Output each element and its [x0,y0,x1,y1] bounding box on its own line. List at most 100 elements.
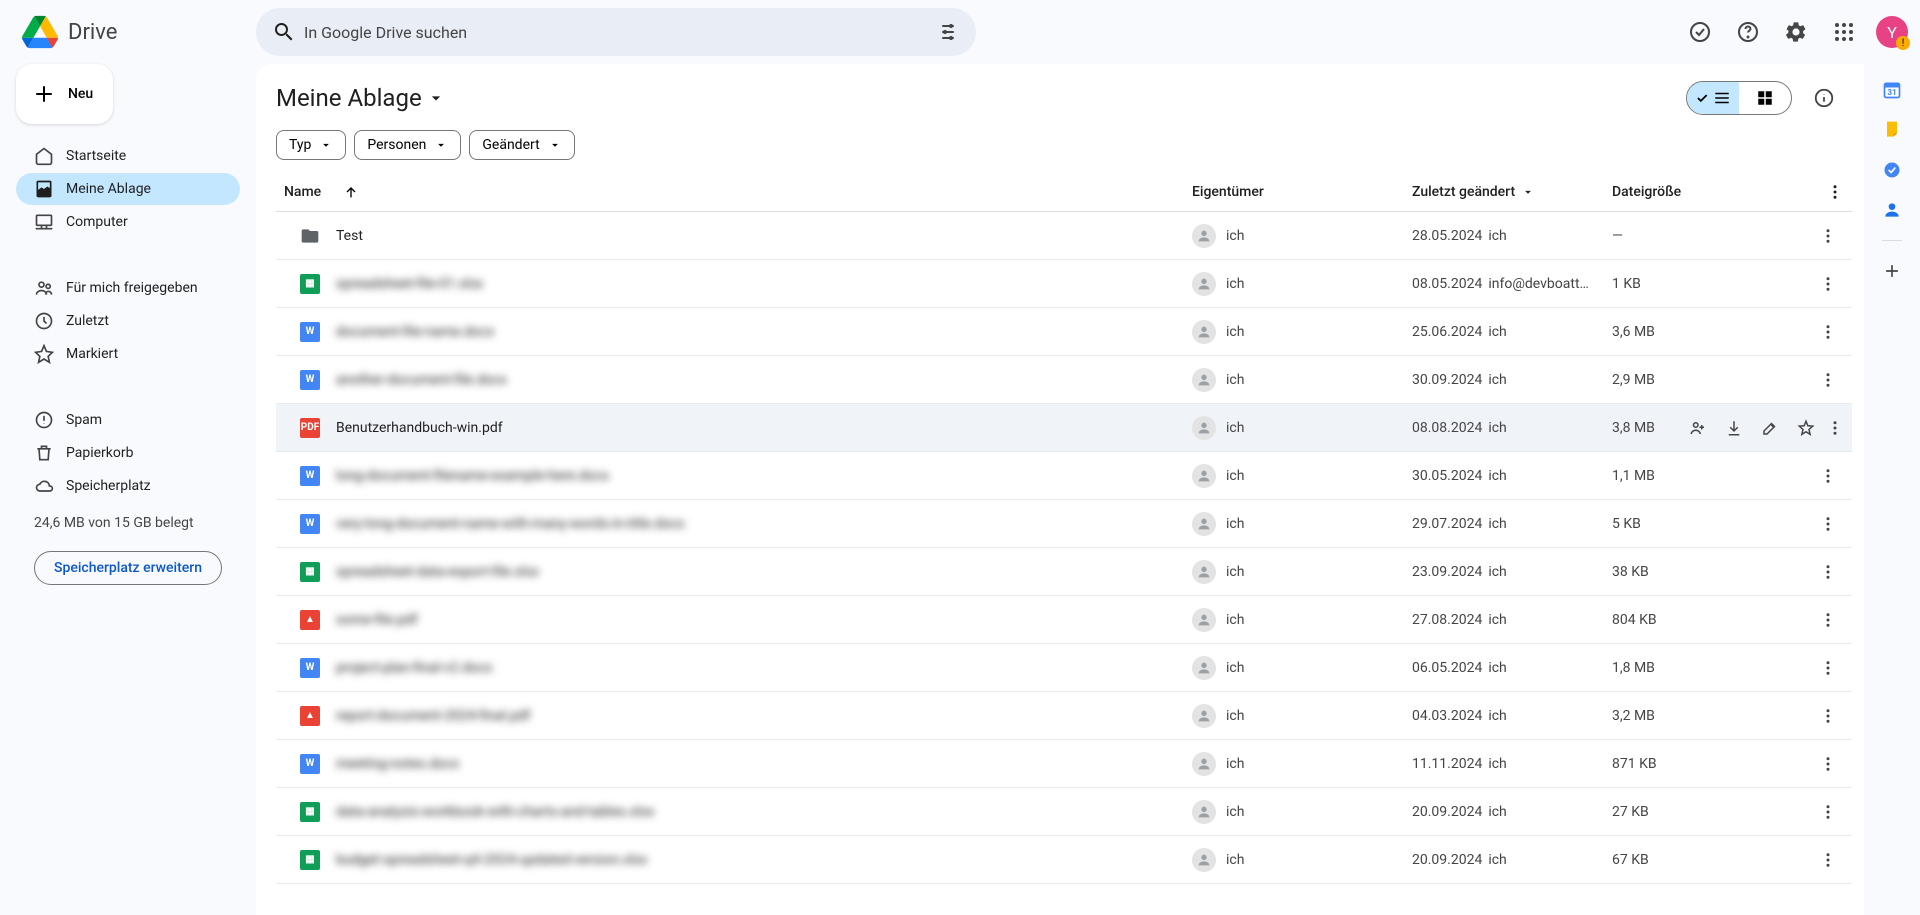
table-row[interactable]: Test ich 28.05.2024ich — [276,212,1852,260]
sidebar-item-trash[interactable]: Papierkorb [16,437,240,469]
tasks-app-icon[interactable] [1882,160,1902,180]
search-icon[interactable] [264,12,304,52]
more-actions-icon[interactable] [1812,748,1844,780]
more-actions-icon[interactable] [1812,700,1844,732]
more-actions-icon[interactable] [1812,364,1844,396]
modified-cell: 28.05.2024ich [1412,228,1612,244]
chevron-down-icon [319,138,333,152]
filter-people[interactable]: Personen [354,130,461,160]
details-icon[interactable] [1804,78,1844,118]
contacts-app-icon[interactable] [1882,200,1902,220]
logo-area[interactable]: Drive [8,12,256,52]
name-cell: W another-document-file.docx [276,370,1192,390]
more-actions-icon[interactable] [1826,412,1844,444]
name-cell: W very-long-document-name-with-many-word… [276,514,1192,534]
more-actions-icon[interactable] [1812,460,1844,492]
col-actions[interactable] [1792,183,1852,201]
table-row[interactable]: ▦ spreadsheet-data-export-file.xlsx ich … [276,548,1852,596]
sidebar-item-mydrive[interactable]: Meine Ablage [16,173,240,205]
owner-cell: ich [1192,224,1412,248]
sidebar-item-shared[interactable]: Für mich freigegeben [16,272,240,304]
search-options-icon[interactable] [928,12,968,52]
sidebar-item-spam[interactable]: Spam [16,404,240,436]
table-row[interactable]: W document-file-name.docx ich 25.06.2024… [276,308,1852,356]
table-row[interactable]: ▲ report-document-2024-final.pdf ich 04.… [276,692,1852,740]
owner-cell: ich [1192,608,1412,632]
grid-icon [1756,89,1774,107]
file-name: very-long-document-name-with-many-words-… [336,516,685,532]
check-icon [1695,91,1709,105]
sidebar-item-computers[interactable]: Computer [16,206,240,238]
list-view-button[interactable] [1687,82,1739,114]
col-modified[interactable]: Zuletzt geändert [1412,184,1612,200]
new-button[interactable]: Neu [16,64,113,124]
name-cell: PDF Benutzerhandbuch-win.pdf [276,418,1192,438]
more-actions-icon[interactable] [1812,652,1844,684]
sidebar-item-starred[interactable]: Markiert [16,338,240,370]
more-actions-icon[interactable] [1812,796,1844,828]
file-type-icon: ▲ [300,706,320,726]
add-app-icon[interactable] [1882,261,1902,281]
owner-cell: ich [1192,752,1412,776]
size-cell: 804 KB [1612,612,1792,628]
chevron-down-icon [548,138,562,152]
file-name: another-document-file.docx [336,372,507,388]
calendar-app-icon[interactable]: 31 [1882,80,1902,100]
modified-cell: 04.03.2024ich [1412,708,1612,724]
more-actions-icon[interactable] [1812,220,1844,252]
row-actions [1792,844,1852,876]
owner-name: ich [1226,324,1244,340]
owner-cell: ich [1192,560,1412,584]
table-row[interactable]: W very-long-document-name-with-many-word… [276,500,1852,548]
help-icon[interactable] [1728,12,1768,52]
more-actions-icon[interactable] [1812,508,1844,540]
more-actions-icon[interactable] [1812,604,1844,636]
more-actions-icon[interactable] [1812,844,1844,876]
table-row[interactable]: W long-document-filename-example-here.do… [276,452,1852,500]
view-toggle [1686,81,1792,115]
search-input[interactable] [304,23,928,42]
filter-modified[interactable]: Geändert [469,130,574,160]
table-row[interactable]: ▦ data-analysis-workbook-with-charts-and… [276,788,1852,836]
sidebar-item-home[interactable]: Startseite [16,140,240,172]
svg-text:31: 31 [1887,88,1897,98]
sidebar-item-recent[interactable]: Zuletzt [16,305,240,337]
storage-upgrade-button[interactable]: Speicherplatz erweitern [34,551,222,585]
table-row[interactable]: W another-document-file.docx ich 30.09.2… [276,356,1852,404]
rename-icon[interactable] [1754,412,1786,444]
star-action-icon[interactable] [1790,412,1822,444]
filter-type[interactable]: Typ [276,130,346,160]
col-owner[interactable]: Eigentümer [1192,184,1412,200]
name-cell: ▦ data-analysis-workbook-with-charts-and… [276,802,1192,822]
col-name[interactable]: Name [276,184,1192,200]
table-row[interactable]: ▲ some-file.pdf ich 27.08.2024ich 804 KB [276,596,1852,644]
more-actions-icon[interactable] [1812,556,1844,588]
keep-app-icon[interactable] [1882,120,1902,140]
table-row[interactable]: W meeting-notes.docx ich 11.11.2024ich 8… [276,740,1852,788]
download-icon[interactable] [1718,412,1750,444]
more-actions-icon[interactable] [1812,268,1844,300]
sidebar-item-storage[interactable]: Speicherplatz [16,470,240,502]
size-cell: 3,6 MB [1612,324,1792,340]
table-row[interactable]: ▦ budget-spreadsheet-q4-2024-updated-ver… [276,836,1852,884]
name-cell: ▦ spreadsheet-file-01.xlsx [276,274,1192,294]
shared-icon [34,278,54,298]
owner-name: ich [1226,804,1244,820]
col-size[interactable]: Dateigröße [1612,184,1792,200]
table-row[interactable]: PDF Benutzerhandbuch-win.pdf ich 08.08.2… [276,404,1852,452]
grid-view-button[interactable] [1739,82,1791,114]
row-actions [1792,700,1852,732]
apps-icon[interactable] [1824,12,1864,52]
table-row[interactable]: W project-plan-final-v2.docx ich 06.05.2… [276,644,1852,692]
offline-ready-icon[interactable] [1680,12,1720,52]
owner-name: ich [1226,756,1244,772]
account-avatar[interactable]: Y ! [1876,16,1908,48]
share-icon[interactable] [1682,412,1714,444]
owner-cell: ich [1192,416,1412,440]
table-row[interactable]: ▦ spreadsheet-file-01.xlsx ich 08.05.202… [276,260,1852,308]
row-actions [1792,460,1852,492]
search-bar[interactable] [256,8,976,56]
settings-icon[interactable] [1776,12,1816,52]
breadcrumb[interactable]: Meine Ablage [276,84,446,112]
more-actions-icon[interactable] [1812,316,1844,348]
